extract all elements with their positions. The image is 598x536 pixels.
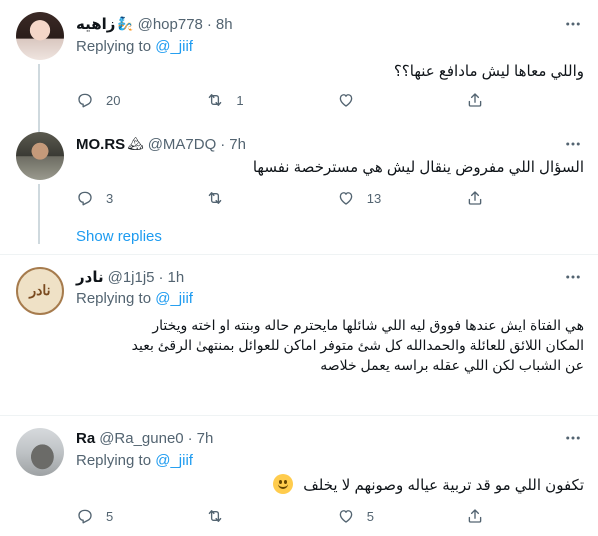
timestamp[interactable]: 7h bbox=[197, 430, 214, 447]
tweet-text: السؤال اللي مفروض ينقال ليش هي مسترخصة ن… bbox=[252, 159, 584, 176]
tweet-2[interactable]: MO.RS 🏔 @MA7DQ · 7h السؤال اللي مفروض ين… bbox=[0, 122, 598, 254]
show-replies-link[interactable]: Show replies bbox=[76, 228, 162, 245]
avatar-text: نادر bbox=[29, 283, 51, 299]
like-count: 13 bbox=[366, 190, 382, 206]
tweet-header: زاهيه 🧞 @hop778 · 8h bbox=[76, 14, 233, 34]
retweet-icon bbox=[209, 94, 222, 106]
handle[interactable]: @Ra_gune0 bbox=[99, 430, 183, 447]
like-icon bbox=[339, 94, 353, 107]
tweet-text: هي الفتاة ايش عندها فووق ليه اللي شائلها… bbox=[76, 315, 584, 375]
tweet-text: واللي معاها ليش مادافع عنها؟؟ bbox=[393, 63, 584, 80]
handle[interactable]: @hop778 bbox=[138, 16, 203, 33]
like-button[interactable] bbox=[337, 90, 467, 110]
retweet-icon bbox=[209, 510, 222, 522]
reply-count: 3 bbox=[106, 190, 114, 206]
tweet-text: تكفون اللي مو قد تربية عياله وصونهم لا ي… bbox=[76, 474, 584, 496]
share-icon bbox=[468, 191, 482, 205]
reply-count: 20 bbox=[106, 92, 121, 108]
tweet-4[interactable]: Ra @Ra_gune0 · 7h Replying to @_jiif تكف… bbox=[0, 416, 598, 536]
avatar[interactable]: نادر bbox=[16, 267, 64, 315]
replying-to-link[interactable]: @_jiif bbox=[155, 290, 193, 307]
timestamp[interactable]: 7h bbox=[229, 136, 246, 153]
thread-line bbox=[38, 122, 40, 132]
display-name[interactable]: Ra bbox=[76, 430, 95, 447]
replying-label: Replying to bbox=[76, 290, 156, 307]
tweet-actions: 3 13 bbox=[76, 188, 506, 208]
avatar[interactable] bbox=[16, 12, 64, 60]
like-button[interactable]: 5 bbox=[337, 506, 467, 526]
tweet-header: MO.RS 🏔 @MA7DQ · 7h bbox=[76, 134, 246, 154]
retweet-button[interactable] bbox=[206, 188, 336, 208]
share-icon bbox=[468, 509, 482, 523]
retweet-button[interactable] bbox=[206, 506, 336, 526]
display-name[interactable]: زاهيه bbox=[76, 15, 115, 33]
separator-dot: · bbox=[187, 429, 193, 447]
tweet-1[interactable]: زاهيه 🧞 @hop778 · 8h Replying to @_jiif … bbox=[0, 0, 598, 122]
like-icon bbox=[339, 192, 353, 205]
more-icon[interactable] bbox=[562, 134, 584, 154]
avatar[interactable] bbox=[16, 132, 64, 180]
handle[interactable]: @1j1j5 bbox=[108, 269, 155, 286]
name-emoji: 🧞 bbox=[117, 16, 134, 31]
retweet-icon bbox=[209, 192, 222, 204]
tweet-actions: 5 5 bbox=[76, 506, 506, 526]
thread-line bbox=[38, 64, 40, 122]
more-icon[interactable] bbox=[562, 428, 584, 448]
replying-to-link[interactable]: @_jiif bbox=[155, 452, 193, 469]
tweet-header: نادر @1j1j5 · 1h bbox=[76, 267, 184, 287]
like-icon bbox=[339, 510, 353, 523]
like-button[interactable]: 13 bbox=[337, 188, 467, 208]
replying-to: Replying to @_jiif bbox=[76, 290, 193, 307]
replying-to: Replying to @_jiif bbox=[76, 38, 193, 55]
more-icon[interactable] bbox=[562, 267, 584, 287]
name-emoji: 🏔 bbox=[127, 136, 144, 151]
display-name[interactable]: MO.RS bbox=[76, 136, 125, 153]
share-button[interactable] bbox=[466, 506, 506, 526]
reply-button[interactable]: 3 bbox=[76, 188, 206, 208]
like-count: 5 bbox=[366, 508, 375, 524]
handle[interactable]: @MA7DQ bbox=[148, 136, 217, 153]
smiley-emoji-icon bbox=[273, 474, 294, 494]
tweet-text-line: هي الفتاة ايش عندها فووق ليه اللي شائلها… bbox=[152, 317, 584, 333]
reply-icon bbox=[78, 93, 92, 108]
timestamp[interactable]: 1h bbox=[168, 269, 185, 286]
reply-button[interactable]: 20 bbox=[76, 90, 206, 110]
timestamp[interactable]: 8h bbox=[216, 16, 233, 33]
reply-count: 5 bbox=[106, 508, 114, 524]
display-name[interactable]: نادر bbox=[76, 268, 104, 286]
share-button[interactable] bbox=[466, 188, 506, 208]
tweet-header: Ra @Ra_gune0 · 7h bbox=[76, 428, 213, 448]
tweet-text-line: المكان اللائق للعائلة والحمدالله كل شئ م… bbox=[131, 337, 584, 353]
tweet-actions: 20 1 bbox=[76, 90, 506, 110]
avatar[interactable] bbox=[16, 428, 64, 476]
tweet-3[interactable]: نادر نادر @1j1j5 · 1h Replying to @_jiif… bbox=[0, 255, 598, 415]
separator-dot: · bbox=[220, 135, 226, 153]
retweet-button[interactable]: 1 bbox=[206, 90, 336, 110]
separator-dot: · bbox=[206, 15, 212, 33]
tweet-text-content: تكفون اللي مو قد تربية عياله وصونهم لا ي… bbox=[303, 477, 584, 494]
reply-icon bbox=[78, 191, 92, 206]
share-button[interactable] bbox=[466, 90, 506, 110]
replying-label: Replying to bbox=[76, 38, 156, 55]
reply-button[interactable]: 5 bbox=[76, 506, 206, 526]
retweet-count: 1 bbox=[236, 92, 244, 108]
reply-icon bbox=[78, 509, 92, 524]
separator-dot: · bbox=[158, 268, 164, 286]
replying-to-link[interactable]: @_jiif bbox=[155, 38, 193, 55]
tweet-text-line: عن الشباب لكن اللي عقله براسه يعمل خلاصه bbox=[320, 357, 584, 373]
replying-to: Replying to @_jiif bbox=[76, 452, 193, 469]
thread-line bbox=[38, 184, 40, 244]
share-icon bbox=[468, 93, 482, 107]
replying-label: Replying to bbox=[76, 452, 156, 469]
more-icon[interactable] bbox=[562, 14, 584, 34]
